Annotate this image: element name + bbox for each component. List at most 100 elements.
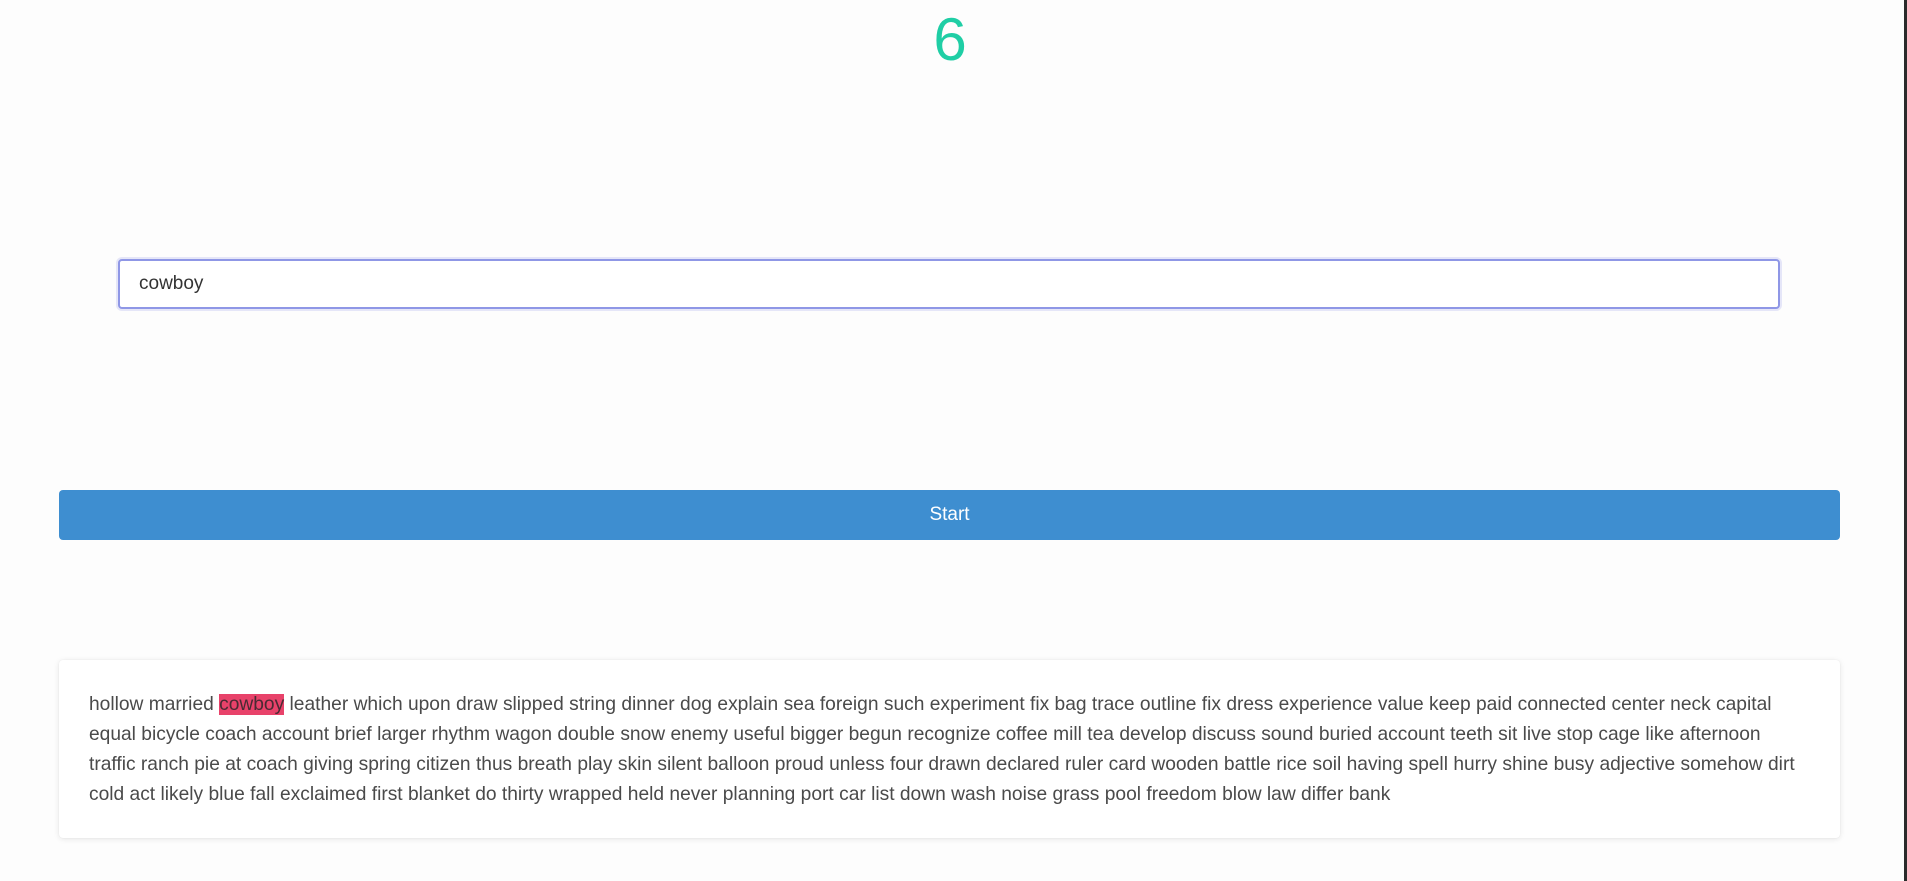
word: held bbox=[627, 784, 665, 805]
word: act bbox=[129, 784, 156, 805]
word: blow bbox=[1222, 784, 1262, 805]
word: pie bbox=[194, 754, 220, 775]
word: such bbox=[883, 694, 925, 715]
word: account bbox=[1377, 724, 1445, 745]
word: planning bbox=[722, 784, 796, 805]
word: brief bbox=[334, 724, 372, 745]
word: mill bbox=[1053, 724, 1082, 745]
word: snow bbox=[620, 724, 666, 745]
word: dirt bbox=[1768, 754, 1795, 775]
word: busy bbox=[1553, 754, 1595, 775]
word: at bbox=[225, 754, 242, 775]
word: rice bbox=[1276, 754, 1308, 775]
word: coffee bbox=[995, 724, 1048, 745]
word: outline bbox=[1139, 694, 1197, 715]
word: battle bbox=[1223, 754, 1271, 775]
word: traffic bbox=[89, 754, 136, 775]
word: equal bbox=[89, 724, 136, 745]
word: port bbox=[800, 784, 834, 805]
word: tea bbox=[1087, 724, 1114, 745]
word: like bbox=[1645, 724, 1675, 745]
word: sea bbox=[783, 694, 815, 715]
word: sound bbox=[1261, 724, 1314, 745]
word: freedom bbox=[1146, 784, 1217, 805]
word: grass bbox=[1052, 784, 1100, 805]
word: soil bbox=[1312, 754, 1342, 775]
word: fix bbox=[1030, 694, 1050, 715]
word: wash bbox=[951, 784, 996, 805]
word: hurry bbox=[1453, 754, 1498, 775]
word: dog bbox=[680, 694, 713, 715]
word: sit bbox=[1498, 724, 1518, 745]
word: value bbox=[1377, 694, 1424, 715]
start-button[interactable]: Start bbox=[59, 490, 1840, 540]
word: somehow bbox=[1680, 754, 1763, 775]
word: stop bbox=[1556, 724, 1594, 745]
countdown-timer: 6 bbox=[933, 6, 967, 73]
word: differ bbox=[1301, 784, 1344, 805]
word: breath bbox=[517, 754, 572, 775]
word: which bbox=[353, 694, 403, 715]
word: rhythm bbox=[431, 724, 491, 745]
word: string bbox=[569, 694, 617, 715]
word: fall bbox=[250, 784, 275, 805]
word: skin bbox=[617, 754, 652, 775]
word: cage bbox=[1598, 724, 1640, 745]
word: wagon bbox=[495, 724, 552, 745]
word: enemy bbox=[670, 724, 729, 745]
word: exclaimed bbox=[280, 784, 367, 805]
word: citizen bbox=[416, 754, 471, 775]
word: buried bbox=[1318, 724, 1373, 745]
word: pool bbox=[1104, 784, 1142, 805]
word: experience bbox=[1278, 694, 1373, 715]
word: capital bbox=[1716, 694, 1772, 715]
word: hollow bbox=[89, 694, 144, 715]
word: married bbox=[148, 694, 214, 715]
word: slipped bbox=[502, 694, 564, 715]
word: list bbox=[871, 784, 895, 805]
word: coach bbox=[205, 724, 257, 745]
word: fix bbox=[1201, 694, 1221, 715]
word: account bbox=[261, 724, 330, 745]
word: ruler bbox=[1064, 754, 1104, 775]
word: useful bbox=[733, 724, 785, 745]
word: thus bbox=[475, 754, 513, 775]
word: car bbox=[839, 784, 866, 805]
word: bank bbox=[1348, 784, 1391, 805]
word: having bbox=[1346, 754, 1404, 775]
word: keep bbox=[1429, 694, 1471, 715]
word: wooden bbox=[1151, 754, 1219, 775]
word: ranch bbox=[140, 754, 189, 775]
word: larger bbox=[377, 724, 427, 745]
typing-test-page: 6 Start hollow married cowboy leather wh… bbox=[0, 0, 1904, 881]
word: live bbox=[1522, 724, 1552, 745]
word: spell bbox=[1408, 754, 1448, 775]
word: dress bbox=[1226, 694, 1274, 715]
word: wrapped bbox=[548, 784, 623, 805]
word: play bbox=[577, 754, 613, 775]
word-list-panel: hollow married cowboy leather which upon… bbox=[59, 660, 1840, 838]
word: down bbox=[899, 784, 946, 805]
word: leather bbox=[289, 694, 349, 715]
word: upon bbox=[407, 694, 451, 715]
word: experiment bbox=[929, 694, 1025, 715]
word: recognize bbox=[907, 724, 991, 745]
word: coach bbox=[246, 754, 298, 775]
word: do bbox=[475, 784, 497, 805]
word: afternoon bbox=[1679, 724, 1761, 745]
word: adjective bbox=[1599, 754, 1676, 775]
word: balloon bbox=[707, 754, 770, 775]
typing-input[interactable] bbox=[118, 259, 1780, 309]
word: neck bbox=[1670, 694, 1711, 715]
current-word: cowboy bbox=[219, 694, 285, 715]
word: spring bbox=[358, 754, 411, 775]
word: four bbox=[889, 754, 924, 775]
word: develop bbox=[1119, 724, 1187, 745]
word: double bbox=[557, 724, 615, 745]
word: bigger bbox=[789, 724, 844, 745]
word: card bbox=[1108, 754, 1146, 775]
word: thirty bbox=[501, 784, 544, 805]
word: blue bbox=[208, 784, 245, 805]
word: foreign bbox=[819, 694, 879, 715]
word: paid bbox=[1475, 694, 1513, 715]
